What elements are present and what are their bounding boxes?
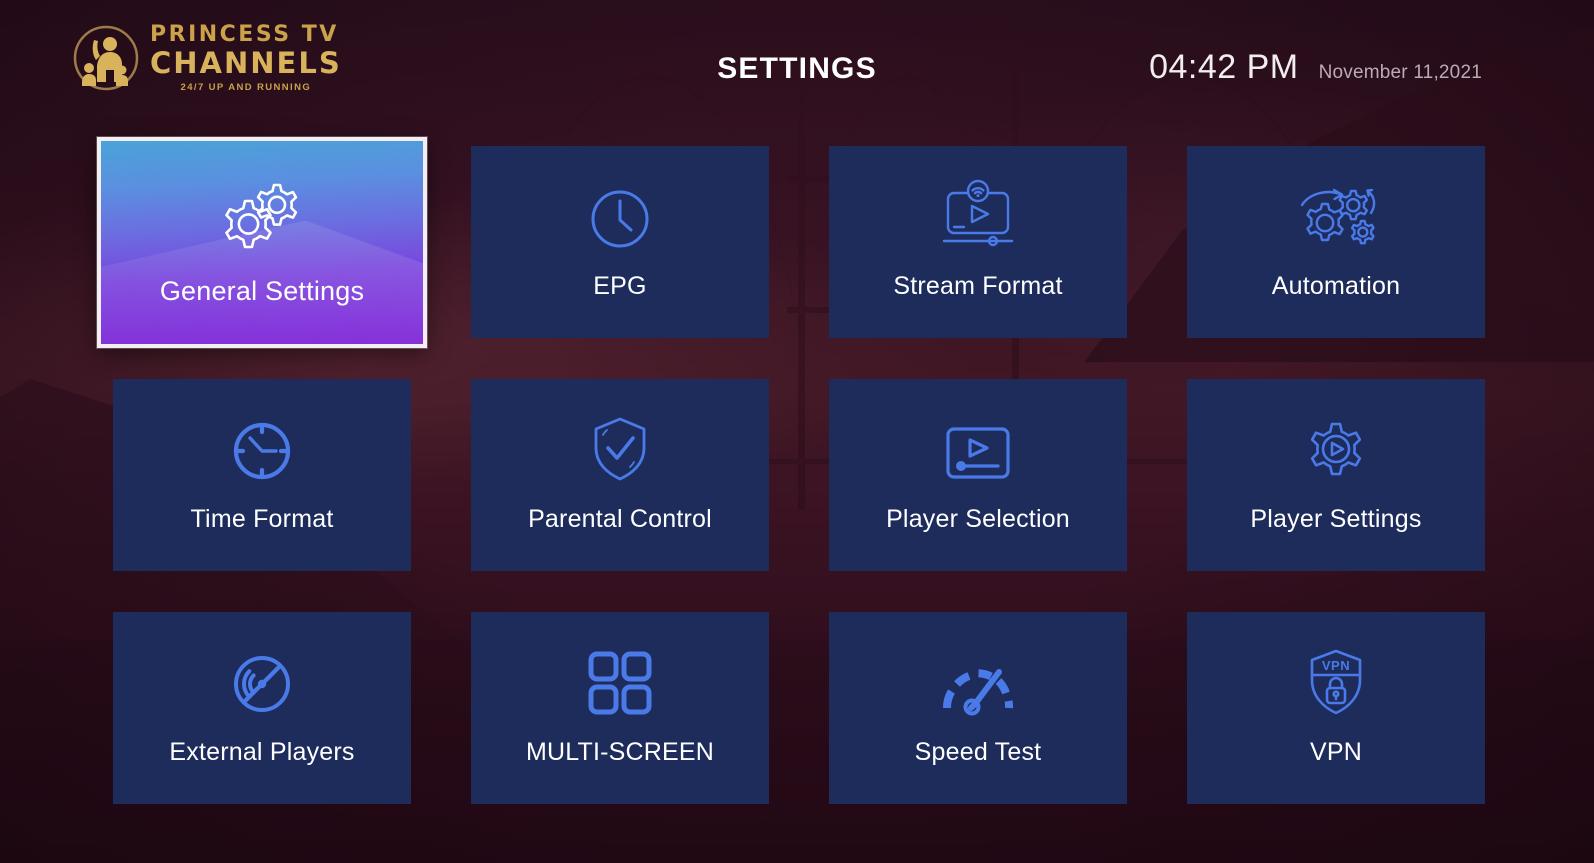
tile-label: Stream Format (893, 271, 1063, 300)
player-window-icon (942, 417, 1014, 483)
tile-automation[interactable]: Automation (1187, 146, 1485, 338)
tile-label: Player Selection (886, 504, 1070, 533)
clock-ticks-icon (230, 417, 294, 483)
tile-label: Parental Control (528, 504, 712, 533)
tile-external-players[interactable]: External Players (113, 612, 411, 804)
tile-stream-format[interactable]: Stream Format (829, 146, 1127, 338)
disc-radar-icon (230, 650, 294, 716)
four-squares-icon (587, 650, 653, 716)
gear-play-icon (1302, 417, 1370, 483)
tile-label: Player Settings (1250, 504, 1422, 533)
tile-cell-general-settings: General Settings (97, 137, 427, 348)
shield-check-icon (590, 417, 650, 483)
tile-parental-control[interactable]: Parental Control (471, 379, 769, 571)
logo-line-1: PRINCESS TV (150, 22, 339, 47)
tile-label: Speed Test (914, 737, 1042, 766)
tile-epg[interactable]: EPG (471, 146, 769, 338)
tile-general-settings[interactable]: General Settings (97, 137, 427, 348)
tile-label: Time Format (190, 504, 334, 533)
current-date: November 11,2021 (1318, 62, 1482, 83)
stream-monitor-icon (934, 179, 1022, 250)
tile-multi-screen[interactable]: MULTI-SCREEN (471, 612, 769, 804)
tile-label: External Players (169, 737, 355, 766)
speedometer-icon (939, 650, 1017, 716)
double-gear-icon (219, 178, 305, 252)
tile-label: General Settings (159, 276, 365, 306)
tile-vpn[interactable]: VPN VPN (1187, 612, 1485, 804)
settings-grid: General Settings EPG Stream Format Autom… (97, 137, 1486, 804)
clock-area: 04:42 PM November 11,2021 (1149, 48, 1482, 87)
clock-icon (589, 184, 651, 250)
tile-label: MULTI-SCREEN (525, 737, 715, 766)
settings-screen: PRINCESS TV CHANNELS 24/7 UP AND RUNNING… (0, 0, 1594, 863)
tile-time-format[interactable]: Time Format (113, 379, 411, 571)
tile-player-settings[interactable]: Player Settings (1187, 379, 1485, 571)
tile-label: Automation (1271, 271, 1401, 300)
tile-player-selection[interactable]: Player Selection (829, 379, 1127, 571)
current-time: 04:42 PM (1149, 48, 1299, 86)
shield-vpn-lock-icon: VPN (1307, 649, 1365, 716)
tile-label: EPG (593, 271, 647, 300)
gears-arrows-icon (1293, 184, 1379, 250)
header-bar: PRINCESS TV CHANNELS 24/7 UP AND RUNNING… (0, 0, 1594, 124)
tile-speed-test[interactable]: Speed Test (829, 612, 1127, 804)
svg-text:VPN: VPN (1322, 658, 1350, 673)
tile-label: VPN (1309, 737, 1362, 766)
